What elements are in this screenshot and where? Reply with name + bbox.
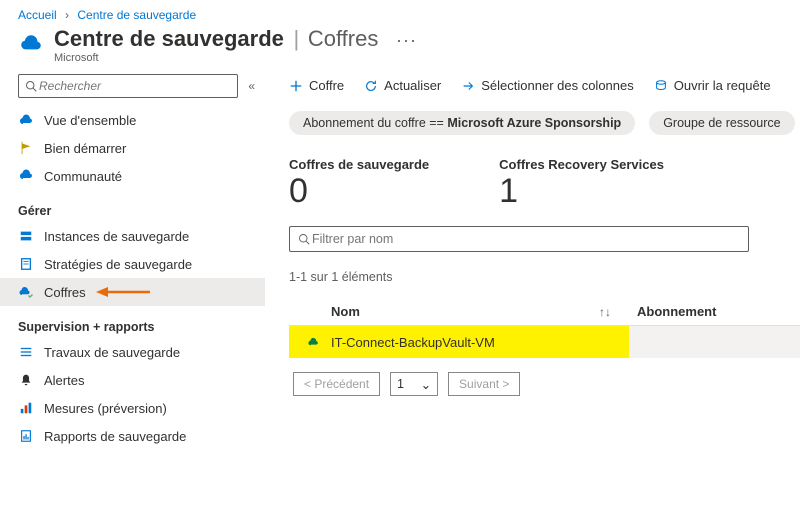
query-icon: [654, 79, 668, 93]
refresh-icon: [364, 79, 378, 93]
more-button[interactable]: ···: [396, 30, 417, 50]
sidebar-item-metrics[interactable]: Mesures (préversion): [0, 394, 265, 422]
sidebar-item-label: Instances de sauvegarde: [44, 229, 189, 244]
sidebar-item-label: Travaux de sauvegarde: [44, 345, 180, 360]
name-filter[interactable]: [289, 226, 749, 252]
filter-pills: Abonnement du coffre == Microsoft Azure …: [289, 103, 800, 151]
sidebar-item-label: Alertes: [44, 373, 84, 388]
stat-label: Coffres de sauvegarde: [289, 157, 429, 172]
sidebar-group-reports: Supervision + rapports: [0, 306, 265, 338]
sidebar-item-alerts[interactable]: Alertes: [0, 366, 265, 394]
sort-icon: ↑↓: [599, 305, 611, 319]
open-query-button[interactable]: Ouvrir la requête: [654, 78, 771, 93]
stat-recovery-services: Coffres Recovery Services 1: [499, 157, 664, 208]
annotation-arrow-icon: [96, 284, 152, 300]
breadcrumb-home[interactable]: Accueil: [18, 8, 57, 22]
refresh-button[interactable]: Actualiser: [364, 78, 441, 93]
chevron-down-icon: ⌄: [421, 377, 431, 392]
stat-backup-vaults: Coffres de sauvegarde 0: [289, 157, 429, 208]
search-icon: [298, 233, 310, 245]
result-count: 1-1 sur 1 éléments: [289, 252, 800, 298]
main-content: Coffre Actualiser Sélectionner des colon…: [265, 74, 800, 460]
sidebar-search-input[interactable]: [37, 78, 231, 94]
search-icon: [25, 80, 37, 92]
col-header-name[interactable]: Nom ↑↓: [289, 298, 629, 325]
stats-row: Coffres de sauvegarde 0 Coffres Recovery…: [289, 151, 800, 226]
select-columns-button[interactable]: Sélectionner des colonnes: [461, 78, 634, 93]
arrow-right-icon: [461, 79, 475, 93]
sidebar: « Vue d'ensemble Bien démarrer Communaut…: [0, 74, 265, 460]
policy-icon: [18, 256, 34, 272]
sidebar-search[interactable]: [18, 74, 238, 98]
vault-icon: [307, 334, 323, 350]
pager: < Précédent 1 ⌄ Suivant >: [289, 358, 800, 396]
table-row[interactable]: IT-Connect-BackupVault-VM: [289, 326, 800, 358]
next-page-button[interactable]: Suivant >: [448, 372, 520, 396]
vaults-table: Nom ↑↓ Abonnement IT-Connect-BackupVault…: [289, 298, 800, 358]
sidebar-group-manage: Gérer: [0, 190, 265, 222]
create-vault-button[interactable]: Coffre: [289, 78, 344, 93]
vault-icon: [18, 284, 34, 300]
flag-icon: [18, 140, 34, 156]
page-subtitle: Coffres: [308, 26, 379, 51]
stat-value: 1: [499, 174, 664, 208]
col-header-subscription[interactable]: Abonnement: [629, 298, 800, 325]
breadcrumb-center[interactable]: Centre de sauvegarde: [77, 8, 196, 22]
cloud-share-icon: [18, 168, 34, 184]
sidebar-item-label: Mesures (préversion): [44, 401, 167, 416]
sidebar-item-label: Vue d'ensemble: [44, 113, 136, 128]
backup-center-icon: [18, 32, 44, 58]
sidebar-item-policies[interactable]: Stratégies de sauvegarde: [0, 250, 265, 278]
sidebar-item-getstarted[interactable]: Bien démarrer: [0, 134, 265, 162]
table-header: Nom ↑↓ Abonnement: [289, 298, 800, 326]
sidebar-item-label: Coffres: [44, 285, 86, 300]
bell-icon: [18, 372, 34, 388]
chevron-right-icon: ›: [65, 8, 69, 22]
breadcrumb: Accueil › Centre de sauvegarde: [0, 0, 800, 24]
stat-label: Coffres Recovery Services: [499, 157, 664, 172]
command-bar: Coffre Actualiser Sélectionner des colon…: [289, 74, 800, 103]
sidebar-item-label: Bien démarrer: [44, 141, 126, 156]
collapse-sidebar-button[interactable]: «: [248, 79, 255, 93]
sidebar-item-instances[interactable]: Instances de sauvegarde: [0, 222, 265, 250]
list-icon: [18, 344, 34, 360]
cell-subscription: [629, 326, 800, 358]
name-filter-input[interactable]: [310, 231, 740, 247]
page-header: Centre de sauvegarde | Coffres ··· Micro…: [0, 24, 800, 74]
plus-icon: [289, 79, 303, 93]
filter-pill-subscription[interactable]: Abonnement du coffre == Microsoft Azure …: [289, 111, 635, 135]
sidebar-item-overview[interactable]: Vue d'ensemble: [0, 106, 265, 134]
filter-pill-resourcegroup[interactable]: Groupe de ressource: [649, 111, 794, 135]
sidebar-item-jobs[interactable]: Travaux de sauvegarde: [0, 338, 265, 366]
page-title: Centre de sauvegarde: [54, 26, 284, 51]
provider-label: Microsoft: [54, 52, 417, 64]
stat-value: 0: [289, 174, 429, 208]
cloud-icon: [18, 112, 34, 128]
sidebar-item-label: Communauté: [44, 169, 122, 184]
prev-page-button[interactable]: < Précédent: [293, 372, 380, 396]
sidebar-item-label: Rapports de sauvegarde: [44, 429, 186, 444]
vault-link[interactable]: IT-Connect-BackupVault-VM: [331, 335, 495, 350]
chart-icon: [18, 400, 34, 416]
sidebar-item-backup-reports[interactable]: Rapports de sauvegarde: [0, 422, 265, 450]
sidebar-item-label: Stratégies de sauvegarde: [44, 257, 192, 272]
server-icon: [18, 228, 34, 244]
page-select[interactable]: 1 ⌄: [390, 372, 438, 396]
sidebar-item-community[interactable]: Communauté: [0, 162, 265, 190]
sidebar-item-vaults[interactable]: Coffres: [0, 278, 265, 306]
report-icon: [18, 428, 34, 444]
